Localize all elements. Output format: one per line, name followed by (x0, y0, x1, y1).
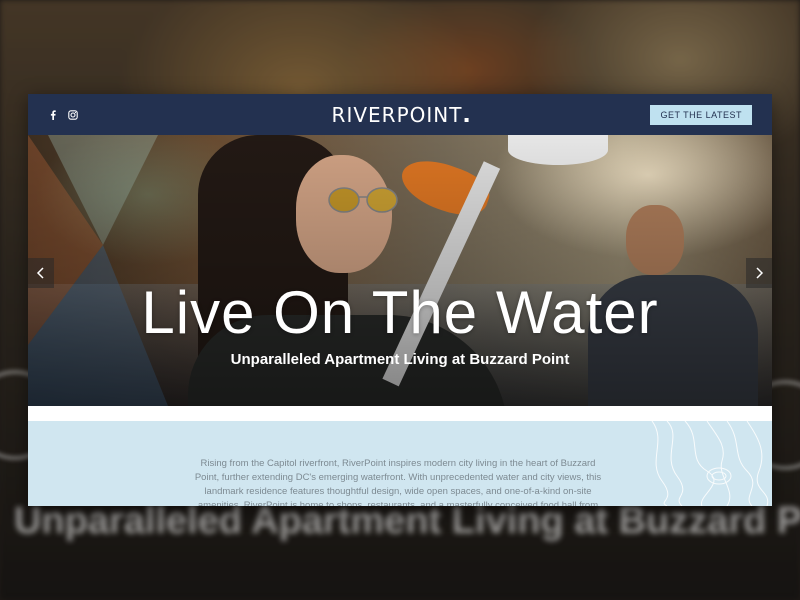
wood-grain-pattern (651, 421, 769, 506)
site-logo[interactable]: RIVERPOINT (332, 103, 469, 127)
social-links (48, 109, 78, 120)
chevron-right-icon (756, 267, 764, 279)
instagram-icon[interactable] (68, 109, 78, 120)
site-header: RIVERPOINT GET THE LATEST (28, 94, 772, 135)
website-window: RIVERPOINT GET THE LATEST Live On The Wa… (28, 94, 772, 506)
chevron-left-icon (36, 267, 44, 279)
hero-title: Live On The Water (141, 279, 659, 346)
logo-dot (464, 117, 469, 122)
facebook-icon[interactable] (48, 109, 58, 120)
get-the-latest-button[interactable]: GET THE LATEST (650, 104, 752, 125)
hero-slider: Live On The Water Unparalleled Apartment… (28, 135, 772, 406)
logo-text: RIVERPOINT (331, 102, 463, 127)
intro-paragraph: Rising from the Capitol riverfront, Rive… (194, 458, 602, 506)
background-blurred-subtitle: Unparalleled Apartment Living at Buzzard… (14, 500, 800, 542)
hero-subtitle: Unparalleled Apartment Living at Buzzard… (230, 351, 570, 368)
intro-section: Rising from the Capitol riverfront, Rive… (28, 421, 772, 506)
section-spacer (28, 406, 772, 421)
